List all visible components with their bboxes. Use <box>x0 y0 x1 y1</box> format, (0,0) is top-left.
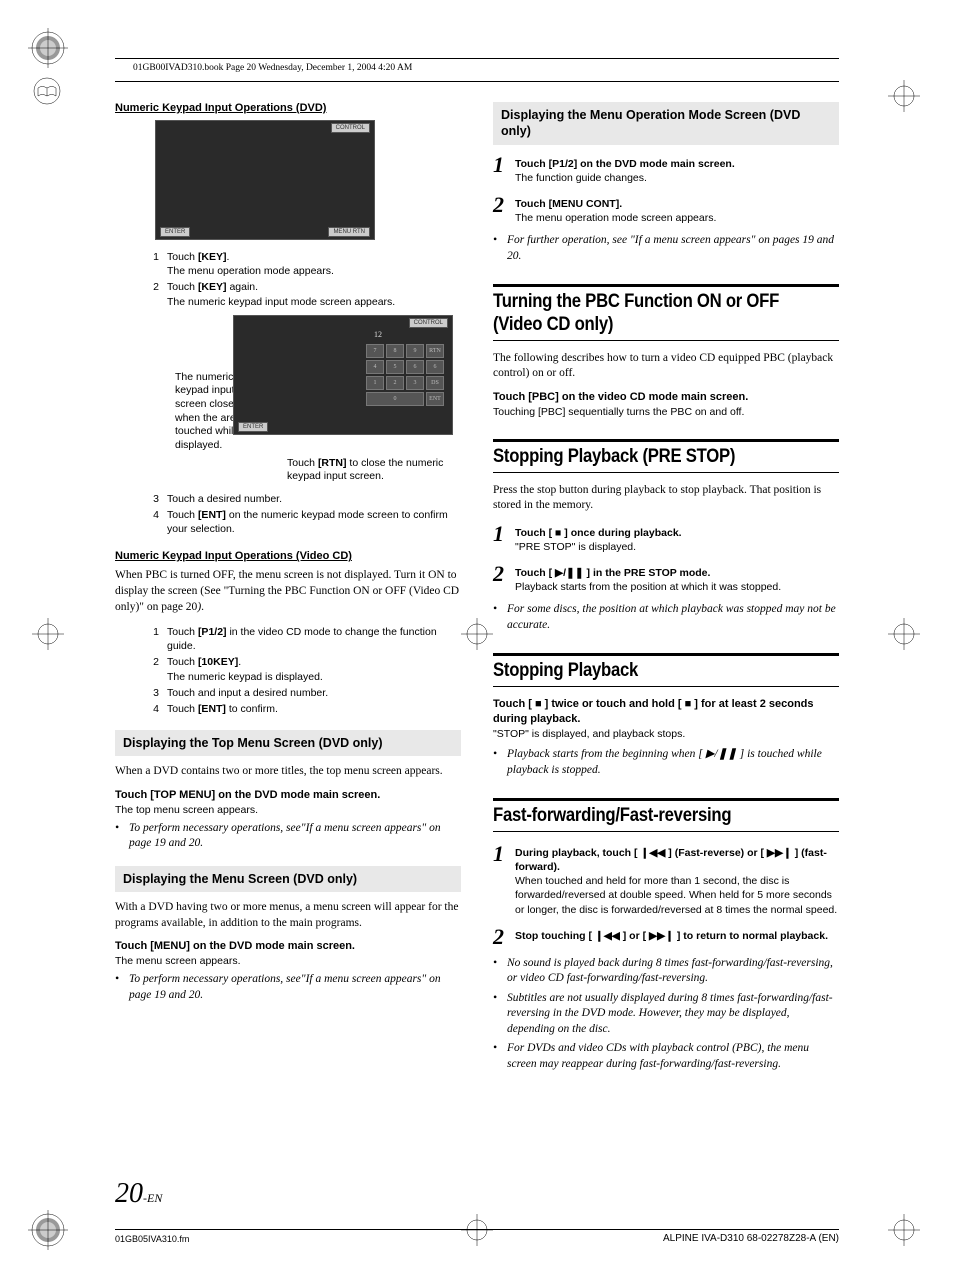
step-item: 4Touch [ENT] on the numeric keypad mode … <box>147 508 461 536</box>
page-number: 20-EN <box>115 1178 162 1210</box>
numbered-step: 1During playback, touch [ ❙◀◀ ] (Fast-re… <box>493 842 839 917</box>
footer-filename: 01GB05IVA310.fm <box>115 1234 189 1244</box>
body-top-menu: When a DVD contains two or more titles, … <box>115 764 461 780</box>
steps-dvd-1: 1Touch [KEY].The menu operation mode app… <box>147 250 461 309</box>
numbered-step: 1Touch [P1/2] on the DVD mode main scree… <box>493 153 839 185</box>
step-item: 2Touch [KEY] again.The numeric keypad in… <box>147 280 461 308</box>
note-item: •No sound is played back during 8 times … <box>493 956 839 987</box>
note-menu: •To perform necessary operations, see"If… <box>115 972 461 1003</box>
book-icon <box>32 76 62 106</box>
keypad-grid: 789RTN4566123DS0ENT <box>366 344 444 406</box>
steps-ff-fr: 1During playback, touch [ ❙◀◀ ] (Fast-re… <box>493 842 839 948</box>
steps-pre-stop: 1Touch [ ■ ] once during playback."PRE S… <box>493 522 839 595</box>
regmark-icon <box>28 28 68 68</box>
numbered-step: 2Touch [MENU CONT].The menu operation mo… <box>493 193 839 225</box>
callout-rtn: Touch [RTN] to close the numeric keypad … <box>287 457 461 484</box>
header-book-info: 01GB00IVAD310.book Page 20 Wednesday, De… <box>133 63 899 73</box>
crosshair-icon <box>28 614 68 654</box>
section-pre-stop: Stopping Playback (PRE STOP) <box>493 442 797 472</box>
numbered-step: 2Stop touching [ ❙◀◀ ] or [ ▶▶❙ ] to ret… <box>493 925 839 948</box>
screenshot-keypad: CONTROL ENTER 12 789RTN4566123DS0ENT <box>233 315 453 435</box>
step-item: 3Touch and input a desired number. <box>147 686 461 700</box>
crosshair-icon <box>884 1210 924 1250</box>
step-item: 2Touch [10KEY].The numeric keypad is dis… <box>147 655 461 683</box>
heading-top-menu: Displaying the Top Menu Screen (DVD only… <box>115 730 461 756</box>
section-ff-fr: Fast-forwarding/Fast-reversing <box>493 801 797 831</box>
step-item: 1Touch [KEY].The menu operation mode app… <box>147 250 461 278</box>
heading-dvd-keypad: Numeric Keypad Input Operations (DVD) <box>115 102 461 114</box>
note-menu-op: •For further operation, see "If a menu s… <box>493 233 839 264</box>
body-vcd-pbc: When PBC is turned OFF, the menu screen … <box>115 568 461 615</box>
body-menu-screen: With a DVD having two or more menus, a m… <box>115 900 461 931</box>
heading-menu-screen: Displaying the Menu Screen (DVD only) <box>115 866 461 892</box>
instr-pbc: Touch [PBC] on the video CD mode main sc… <box>493 390 839 405</box>
crosshair-icon <box>457 1210 497 1250</box>
step-item: 4Touch [ENT] to confirm. <box>147 702 461 716</box>
note-item: •For DVDs and video CDs with playback co… <box>493 1041 839 1072</box>
section-stop: Stopping Playback <box>493 656 797 686</box>
heading-menu-op-mode: Displaying the Menu Operation Mode Scree… <box>493 102 839 145</box>
crosshair-icon <box>884 614 924 654</box>
crosshair-icon <box>884 76 924 116</box>
regmark-icon <box>28 1210 68 1250</box>
note-stop: •Playback starts from the beginning when… <box>493 747 839 778</box>
body-pre-stop: Press the stop button during playback to… <box>493 483 839 514</box>
section-pbc: Turning the PBC Function ON or OFF (Vide… <box>493 287 797 340</box>
crosshair-icon <box>457 614 497 654</box>
numbered-step: 2Touch [ ▶/❚❚ ] in the PRE STOP mode.Pla… <box>493 562 839 594</box>
step-item: 3Touch a desired number. <box>147 492 461 506</box>
instr-stop-sub: "STOP" is displayed, and playback stops. <box>493 727 839 741</box>
steps-dvd-2: 3Touch a desired number. 4Touch [ENT] on … <box>147 492 461 537</box>
note-item: •Subtitles are not usually displayed dur… <box>493 991 839 1038</box>
footer-model: ALPINE IVA-D310 68-02278Z28-A (EN) <box>663 1233 839 1244</box>
instr-menu: Touch [MENU] on the DVD mode main screen… <box>115 939 461 954</box>
instr-top-menu-sub: The top menu screen appears. <box>115 803 461 817</box>
screenshot-menu-mode: CONTROL ENTER MENU RTN <box>155 120 375 240</box>
body-pbc: The following describes how to turn a vi… <box>493 351 839 382</box>
steps-vcd: 1Touch [P1/2] in the video CD mode to ch… <box>147 625 461 716</box>
instr-menu-sub: The menu screen appears. <box>115 954 461 968</box>
numbered-step: 1Touch [ ■ ] once during playback."PRE S… <box>493 522 839 554</box>
instr-pbc-sub: Touching [PBC] sequentially turns the PB… <box>493 405 839 419</box>
instr-stop: Touch [ ■ ] twice or touch and hold [ ■ … <box>493 697 839 727</box>
instr-top-menu: Touch [TOP MENU] on the DVD mode main sc… <box>115 788 461 803</box>
step-item: 1Touch [P1/2] in the video CD mode to ch… <box>147 625 461 653</box>
left-column: Numeric Keypad Input Operations (DVD) CO… <box>115 102 461 1072</box>
note-top-menu: •To perform necessary operations, see"If… <box>115 821 461 852</box>
note-pre-stop: •For some discs, the position at which p… <box>493 602 839 633</box>
steps-menu-op: 1Touch [P1/2] on the DVD mode main scree… <box>493 153 839 226</box>
heading-vcd-keypad: Numeric Keypad Input Operations (Video C… <box>115 550 461 562</box>
right-column: Displaying the Menu Operation Mode Scree… <box>493 102 839 1072</box>
